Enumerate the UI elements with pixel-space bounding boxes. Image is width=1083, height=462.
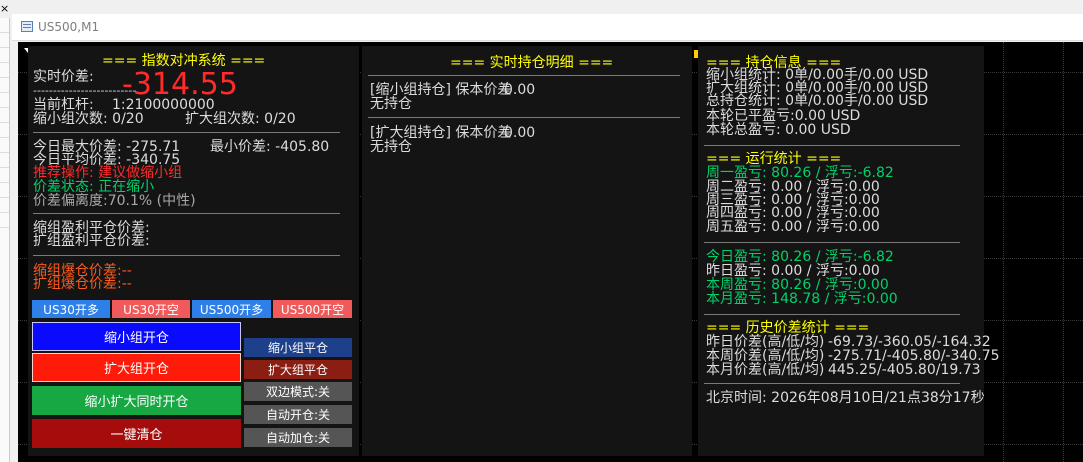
grid-line bbox=[1063, 42, 1064, 462]
strip-row bbox=[0, 78, 9, 93]
panel-title: === 指数对冲系统 === bbox=[102, 53, 266, 69]
shrink-open-button[interactable]: 缩小组开仓 bbox=[32, 322, 241, 351]
separator bbox=[33, 213, 340, 214]
friday-pnl: 周五盈亏: 0.00 / 浮亏:0.00 bbox=[706, 219, 880, 235]
expand-holding-value: 0.00 bbox=[504, 125, 536, 141]
thursday-pnl: 周四盈亏: 0.00 / 浮亏:0.00 bbox=[706, 205, 880, 221]
chart-title: US500,M1 bbox=[38, 20, 100, 34]
history-yesterday-value: -69.73/-360.05/-164.32 bbox=[828, 334, 991, 350]
expand-burst: 扩组爆仓价差:-- bbox=[33, 276, 132, 292]
us500-short-button[interactable]: US500开空 bbox=[273, 300, 352, 318]
us30-short-button[interactable]: US30开空 bbox=[112, 300, 190, 318]
expand-close-button[interactable]: 扩大组平仓 bbox=[244, 360, 352, 379]
shrink-holding-label: [缩小组持仓] 保本价差 bbox=[370, 82, 512, 98]
separator bbox=[368, 117, 680, 118]
shrink-holding-empty: 无持仓 bbox=[370, 96, 412, 112]
round-closed-pnl: 本轮已平盈亏:0.00 USD bbox=[706, 108, 861, 124]
today-pnl: 今日盈亏: 80.26 / 浮亏:-6.82 bbox=[706, 249, 894, 265]
separator bbox=[704, 383, 960, 384]
auto-open-toggle[interactable]: 自动开仓:关 bbox=[244, 405, 352, 424]
spread-state: 价差状态: 正在缩小 bbox=[33, 179, 155, 195]
chart-area[interactable]: === 指数对冲系统 === 实时价差: -314.55 -----------… bbox=[18, 42, 1083, 462]
separator bbox=[704, 145, 960, 146]
round-total-pnl: 本轮总盈亏: 0.00 USD bbox=[706, 122, 851, 138]
history-month-value: 445.25/-405.80/19.73 bbox=[828, 362, 981, 378]
expand-open-button[interactable]: 扩大组开仓 bbox=[32, 353, 241, 382]
separator bbox=[33, 132, 340, 133]
strip-row bbox=[0, 18, 9, 33]
expand-holding-empty: 无持仓 bbox=[370, 139, 412, 155]
stats-panel: === 持仓信息 === 缩小组统计: 0单/0.00手/0.00 USD 扩大… bbox=[698, 46, 1000, 456]
recommend-action: 推荐操作: 建议做缩小组 bbox=[33, 165, 183, 181]
strip-row bbox=[0, 63, 9, 78]
shrink-holding-value: 0.00 bbox=[504, 82, 536, 98]
run-stats-title: === 运行统计 === bbox=[706, 151, 842, 167]
separator bbox=[704, 314, 960, 315]
hedge-system-panel: === 指数对冲系统 === 实时价差: -314.55 -----------… bbox=[28, 46, 359, 456]
strip-row bbox=[0, 33, 9, 48]
both-open-button[interactable]: 缩小扩大同时开仓 bbox=[32, 386, 241, 415]
left-side-strip bbox=[0, 18, 10, 462]
strip-row bbox=[0, 123, 9, 138]
history-week-label: 本周价差(高/低/均) bbox=[706, 348, 825, 364]
history-title: === 历史价差统计 === bbox=[706, 320, 870, 336]
week-pnl: 本周盈亏: 80.26 / 浮亏:0.00 bbox=[706, 277, 889, 293]
dual-mode-toggle[interactable]: 双边模式:关 bbox=[244, 382, 352, 401]
close-all-button[interactable]: 一键清仓 bbox=[32, 419, 241, 448]
us500-long-button[interactable]: US500开多 bbox=[192, 300, 271, 318]
yesterday-pnl: 昨日盈亏: 0.00 / 浮亏:0.00 bbox=[706, 263, 880, 279]
history-yesterday-label: 昨日价差(高/低/均) bbox=[706, 334, 825, 350]
separator bbox=[704, 242, 960, 243]
strip-row bbox=[0, 183, 9, 198]
history-week-value: -275.71/-405.80/-340.75 bbox=[828, 348, 1000, 364]
history-month-label: 本月价差(高/低/均) bbox=[706, 362, 825, 378]
separator bbox=[33, 255, 340, 256]
leverage-value: 1:2100000000 bbox=[112, 97, 215, 113]
monday-pnl: 周一盈亏: 80.26 / 浮亏:-6.82 bbox=[706, 165, 894, 181]
us30-long-button[interactable]: US30开多 bbox=[32, 300, 110, 318]
position-detail-panel: === 实时持仓明细 === [缩小组持仓] 保本价差 0.00 无持仓 [扩大… bbox=[362, 46, 692, 456]
expand-count: 扩大组次数: 0/20 bbox=[185, 111, 296, 127]
expand-holding-label: [扩大组持仓] 保本价差 bbox=[370, 125, 512, 141]
spread-label: 实时价差: bbox=[33, 69, 94, 85]
strip-row bbox=[0, 48, 9, 63]
strip-row bbox=[0, 213, 9, 228]
panel-title: === 实时持仓明细 === bbox=[450, 55, 614, 71]
strip-row bbox=[0, 198, 9, 213]
separator bbox=[368, 75, 680, 76]
today-min: 最小价差: -405.80 bbox=[210, 139, 330, 155]
strip-row bbox=[0, 168, 9, 183]
strip-row bbox=[0, 93, 9, 108]
deviation: 价差偏离度:70.1% (中性) bbox=[33, 193, 196, 209]
expand-close-price: 扩组盈利平仓价差: bbox=[33, 233, 150, 249]
strip-row bbox=[0, 108, 9, 123]
leverage-label: 当前杠杆: bbox=[33, 97, 94, 113]
auto-add-toggle[interactable]: 自动加仓:关 bbox=[244, 428, 352, 447]
close-icon[interactable]: × bbox=[0, 3, 9, 14]
spread-value: -314.55 bbox=[122, 67, 238, 102]
strip-row bbox=[0, 153, 9, 168]
strip-row bbox=[0, 138, 9, 153]
shrink-count: 缩小组次数: 0/20 bbox=[33, 111, 144, 127]
chart-title-bar[interactable]: US500,M1 bbox=[12, 14, 1083, 41]
grid-line bbox=[1003, 42, 1004, 462]
beijing-time: 北京时间: 2026年08月10日/21点38分17秒 bbox=[706, 390, 985, 406]
month-pnl: 本月盈亏: 148.78 / 浮亏:0.00 bbox=[706, 291, 898, 307]
chart-window-icon bbox=[21, 21, 33, 32]
short-dashes: -------------------------- bbox=[33, 84, 137, 97]
total-stat: 总持仓统计: 0单/0.00手/0.00 USD bbox=[706, 93, 929, 109]
shrink-close-button[interactable]: 缩小组平仓 bbox=[244, 338, 352, 357]
